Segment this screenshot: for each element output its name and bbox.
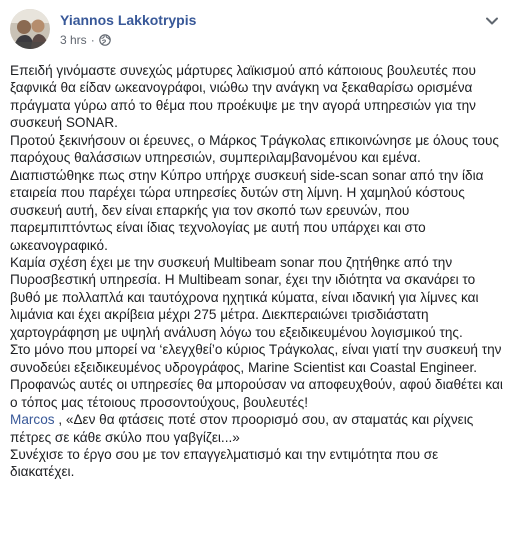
post-paragraph: Επειδή γινόμαστε συνεχώς μάρτυρες λαϊκισ… [10,63,476,131]
post-meta: 3 hrs · [60,33,111,47]
facebook-post: Yiannos Lakkotrypis 3 hrs · Επειδή γινόμ… [0,0,514,551]
post-paragraph: Καμία σχέση έχει με την συσκευή Multibea… [10,254,479,340]
post-timestamp[interactable]: 3 hrs [60,33,87,47]
chevron-down-icon[interactable] [480,9,504,33]
quote-paragraph: Marcos , «Δεν θα φτάσεις ποτέ στον προορ… [10,411,506,446]
post-paragraph: Συνέχισε το έργο σου με τον επαγγελματισ… [10,446,439,480]
post-body: Επειδή γινόμαστε συνεχώς μάρτυρες λαϊκισ… [10,62,506,481]
meta-separator: · [90,33,95,47]
post-paragraph: Προτού ξεκινήσουν οι έρευνες, ο Μάρκος Τ… [10,132,499,166]
post-paragraph: Προφανώς αυτές οι υπηρεσίες θα μπορούσαν… [10,377,503,410]
mention-link[interactable]: Marcos [10,412,55,427]
avatar[interactable] [10,9,50,49]
post-header: Yiannos Lakkotrypis 3 hrs · [10,9,504,53]
post-paragraph: Στο μόνο που μπορεί να ‘ελεγχθεί’ο κύριο… [10,342,502,375]
post-paragraph: Διαπιστώθηκε πως στην Κύπρο υπήρχε συσκε… [10,167,484,253]
quote-text: , «Δεν θα φτάσεις ποτέ στον προορισμό σο… [10,412,474,445]
globe-icon [98,34,111,46]
author-name[interactable]: Yiannos Lakkotrypis [60,12,196,28]
